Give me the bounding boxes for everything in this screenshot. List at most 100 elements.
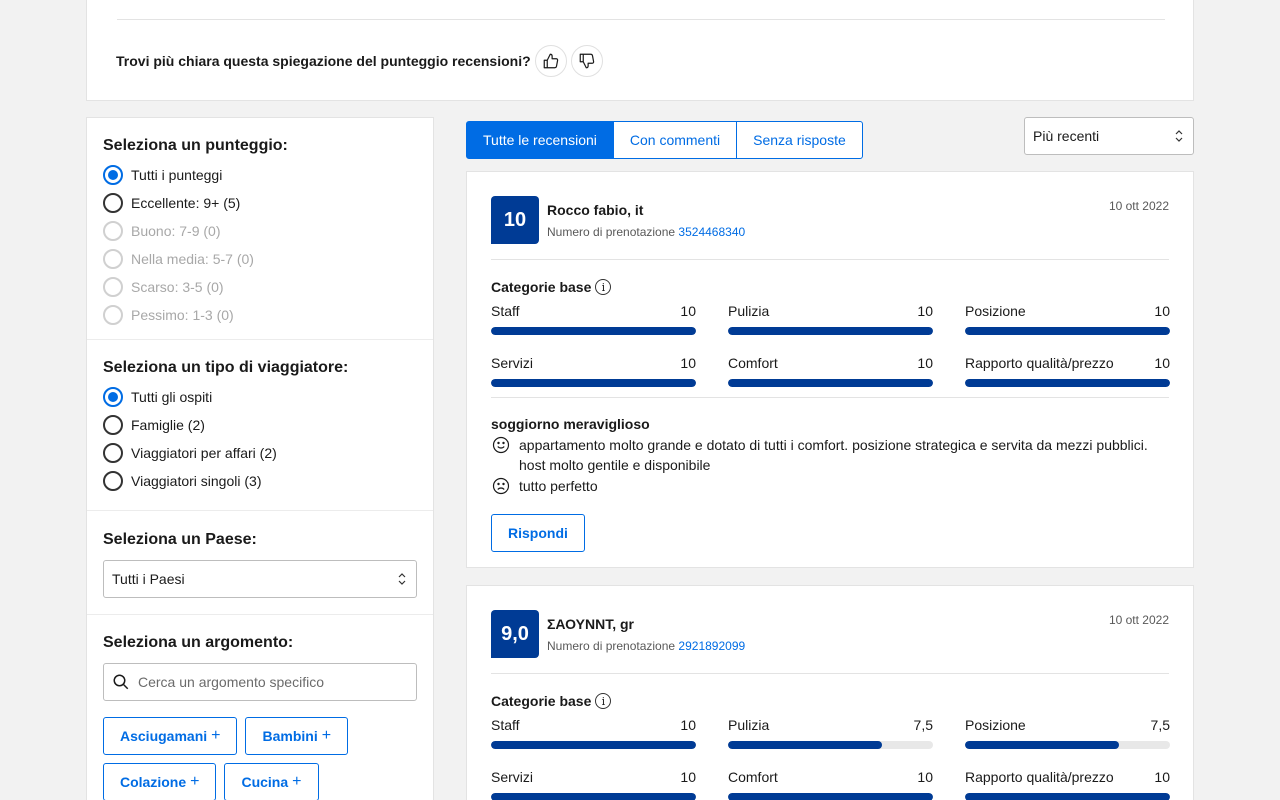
radio-button <box>103 221 123 241</box>
feedback-question: Trovi più chiara questa spiegazione del … <box>116 53 531 69</box>
topic-chip-label: Colazione <box>120 774 187 790</box>
score-filter-option[interactable]: Eccellente: 9+ (5) <box>103 189 417 217</box>
review-date: 10 ott 2022 <box>1108 199 1169 213</box>
sort-select[interactable]: Più recenti <box>1024 117 1194 155</box>
category-score-row: Posizione 7,5 <box>965 715 1170 735</box>
topic-chip[interactable]: Colazione + <box>103 763 217 800</box>
country-filter-title: Seleziona un Paese: <box>103 531 257 548</box>
booking-number: Numero di prenotazione 2921892099 <box>547 639 745 653</box>
category-score-bar <box>728 741 933 749</box>
category-score: Servizi 10 <box>491 767 696 800</box>
category-score-fill <box>965 793 1170 800</box>
plus-icon: + <box>321 727 332 744</box>
divider <box>117 19 1165 20</box>
traveler-filter-option[interactable]: Famiglie (2) <box>103 411 417 439</box>
booking-number: Numero di prenotazione 3524468340 <box>547 225 745 239</box>
category-score-fill <box>728 327 933 335</box>
category-label: Pulizia <box>728 303 770 319</box>
review-positive: appartamento molto grande e dotato di tu… <box>491 435 1169 475</box>
category-value: 10 <box>680 717 696 733</box>
plus-icon: + <box>211 727 221 744</box>
radio-button <box>103 277 123 297</box>
score-filter-option-label: Tutti i punteggi <box>131 167 223 183</box>
chevron-up-down-icon <box>1175 130 1183 142</box>
traveler-filter-option-label: Viaggiatori singoli (3) <box>131 473 262 489</box>
category-score: Comfort 10 <box>728 767 933 800</box>
category-scores: Staff 10 Pulizia 7,5 Posizione 7,5 Servizi 10 Co… <box>491 715 1170 800</box>
category-label: Staff <box>491 303 520 319</box>
thumbs-up-icon <box>543 53 558 69</box>
review-header: 10 Rocco fabio, it Numero di prenotazion… <box>491 172 1169 260</box>
radio-button[interactable] <box>103 193 123 213</box>
review-card: 9,0 ΣΑΟΥΝΝΤ, gr Numero di prenotazione 2… <box>466 585 1194 800</box>
category-label: Rapporto qualità/prezzo <box>965 355 1114 371</box>
category-score: Comfort 10 <box>728 353 933 387</box>
tab-1[interactable]: Con commenti <box>612 121 738 159</box>
plus-icon: + <box>190 773 200 790</box>
score-filter-title: Seleziona un punteggio: <box>103 137 288 154</box>
review-negative: tutto perfetto <box>491 476 1169 496</box>
review-score-badge: 9,0 <box>491 610 539 658</box>
topic-chip-label: Asciugamani <box>120 728 208 744</box>
topic-search[interactable] <box>103 663 417 701</box>
topic-chip[interactable]: Cucina + <box>224 763 319 800</box>
chevron-up-down-icon <box>398 573 406 585</box>
category-score-bar <box>491 379 696 387</box>
traveler-filter-options: Tutti gli ospiti Famiglie (2) Viaggiatori … <box>103 383 417 495</box>
category-label: Servizi <box>491 769 534 785</box>
traveler-filter-option-label: Viaggiatori per affari (2) <box>131 445 277 461</box>
radio-button[interactable] <box>103 471 123 491</box>
reviewer-name: ΣΑΟΥΝΝΤ, gr <box>547 616 634 632</box>
category-score-bar <box>491 793 696 800</box>
booking-number-link[interactable]: 3524468340 <box>678 225 745 239</box>
score-filter-option-label: Buono: 7-9 (0) <box>131 223 221 239</box>
reply-button[interactable]: Rispondi <box>491 514 585 552</box>
radio-button <box>103 305 123 325</box>
category-score-bar <box>491 741 696 749</box>
info-icon[interactable]: i <box>595 693 612 709</box>
topic-search-input[interactable] <box>138 674 408 690</box>
thumbs-down-button[interactable] <box>570 45 603 77</box>
category-score-fill <box>491 327 696 335</box>
category-score-fill <box>491 741 696 749</box>
smile-icon <box>492 436 510 454</box>
thumbs-up-button[interactable] <box>534 45 567 77</box>
category-label: Posizione <box>965 717 1026 733</box>
category-score: Pulizia 10 <box>728 301 933 335</box>
traveler-filter-option[interactable]: Viaggiatori per affari (2) <box>103 439 417 467</box>
radio-button[interactable] <box>103 165 123 185</box>
category-score-bar <box>728 327 933 335</box>
category-score-row: Staff 10 <box>491 715 696 735</box>
traveler-filter-option-label: Tutti gli ospiti <box>131 389 213 405</box>
category-score: Staff 10 <box>491 715 696 749</box>
thumbs-down-icon <box>579 53 594 69</box>
category-score-bar <box>728 793 933 800</box>
category-score: Servizi 10 <box>491 353 696 387</box>
category-value: 10 <box>917 355 933 371</box>
country-select[interactable]: Tutti i Paesi <box>103 560 417 598</box>
info-icon[interactable]: i <box>595 279 612 295</box>
tab-2[interactable]: Senza risposte <box>736 121 863 159</box>
topic-chip[interactable]: Asciugamani + <box>103 717 238 755</box>
review-score-badge: 10 <box>491 196 539 244</box>
category-value: 10 <box>917 303 933 319</box>
category-score-fill <box>965 741 1119 749</box>
tab-0[interactable]: Tutte le recensioni <box>466 121 614 159</box>
booking-number-link[interactable]: 2921892099 <box>678 639 745 653</box>
category-score-bar <box>491 327 696 335</box>
radio-button[interactable] <box>103 415 123 435</box>
category-score-row: Rapporto qualità/prezzo 10 <box>965 767 1170 787</box>
traveler-filter-option[interactable]: Viaggiatori singoli (3) <box>103 467 417 495</box>
category-label: Pulizia <box>728 717 770 733</box>
frown-icon <box>492 477 510 495</box>
score-filter-option[interactable]: Tutti i punteggi <box>103 161 417 189</box>
category-label: Staff <box>491 717 520 733</box>
traveler-filter-option-label: Famiglie (2) <box>131 417 205 433</box>
radio-button[interactable] <box>103 387 123 407</box>
topic-chip[interactable]: Bambini + <box>245 717 349 755</box>
radio-button[interactable] <box>103 443 123 463</box>
category-label: Servizi <box>491 355 534 371</box>
category-score-row: Pulizia 7,5 <box>728 715 933 735</box>
traveler-filter-option[interactable]: Tutti gli ospiti <box>103 383 417 411</box>
category-score-fill <box>728 379 933 387</box>
